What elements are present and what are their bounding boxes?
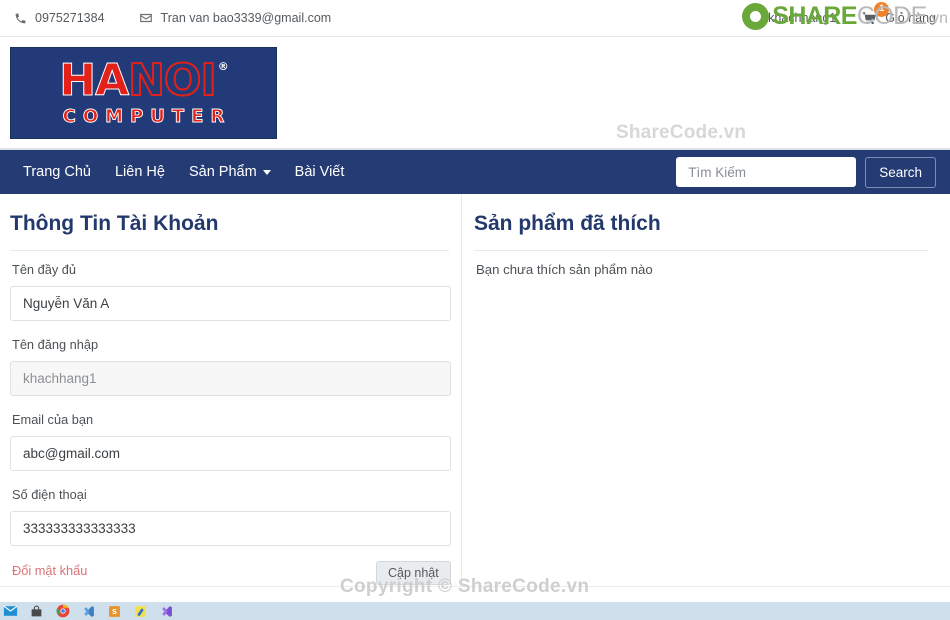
nav-label: Liên Hệ (114, 164, 165, 180)
logo-text-ha: HA (59, 54, 130, 106)
svg-text:S: S (112, 607, 117, 616)
store-icon[interactable] (29, 604, 44, 619)
liked-products-panel: Sản phẩm đã thích Bạn chưa thích sản phẩ… (462, 194, 950, 600)
phone-contact[interactable]: 0975271384 (14, 11, 105, 25)
phone-input[interactable] (10, 511, 451, 546)
update-account-button[interactable]: Cập nhật (376, 561, 451, 585)
account-info-panel: Thông Tin Tài Khoản Tên đầy đủ Tên đăng … (0, 194, 462, 600)
nav-label: Trang Chủ (23, 164, 91, 180)
account-username: khachhang1 (768, 11, 837, 25)
cart-link[interactable]: 1 Giỏ hàng (862, 1, 936, 26)
top-bar-right-group: khachhang1 1 Giỏ hàng (748, 1, 936, 26)
chrome-icon[interactable] (55, 604, 70, 619)
nav-item-trang-chu[interactable]: Trang Chủ (14, 158, 100, 186)
label-email: Email của bạn (12, 412, 94, 427)
phone-number: 0975271384 (35, 11, 105, 25)
nav-label: Bài Viết (294, 164, 345, 180)
logo-text-noi: NOI (127, 54, 218, 106)
username-input (10, 361, 451, 396)
email-input[interactable] (10, 436, 451, 471)
main-content: Thông Tin Tài Khoản Tên đầy đủ Tên đăng … (0, 194, 950, 600)
full-name-input[interactable] (10, 286, 451, 321)
registered-mark-icon: ® (217, 59, 229, 73)
nav-item-san-pham[interactable]: Sản Phẩm (180, 158, 280, 186)
account-link[interactable]: khachhang1 (748, 11, 836, 25)
chevron-down-icon (262, 169, 271, 175)
email-address: Tran van bao3339@gmail.com (160, 11, 332, 25)
search-input[interactable] (676, 157, 857, 187)
vscode-icon[interactable] (81, 604, 96, 619)
footer-strip (0, 586, 950, 602)
envelope-icon (139, 11, 153, 25)
sublime-icon[interactable]: S (107, 604, 122, 619)
top-contact-bar: 0975271384 Tran van bao3339@gmail.com kh… (0, 0, 950, 37)
nav-link-group: Trang Chủ Liên Hệ Sản Phẩm Bài Viết (14, 158, 353, 186)
nav-item-lien-he[interactable]: Liên Hệ (106, 158, 174, 186)
vscode-insiders-icon[interactable] (159, 604, 174, 619)
cart-count-badge: 1 (874, 1, 890, 17)
nav-label: Sản Phẩm (188, 164, 257, 180)
liked-panel-title: Sản phẩm đã thích (474, 212, 928, 251)
email-contact[interactable]: Tran van bao3339@gmail.com (139, 11, 332, 25)
nav-item-bai-viet[interactable]: Bài Viết (286, 158, 354, 186)
main-navbar: Trang Chủ Liên Hệ Sản Phẩm Bài Viết Sear… (0, 150, 950, 194)
mail-icon[interactable] (3, 604, 18, 619)
search-group: Search (676, 156, 936, 188)
windows-taskbar: S (0, 602, 950, 620)
label-username: Tên đăng nhập (12, 337, 99, 352)
user-icon (748, 12, 760, 24)
cart-label: Giỏ hàng (885, 11, 936, 25)
liked-empty-message: Bạn chưa thích sản phẩm nào (476, 262, 653, 277)
site-logo[interactable]: HA NOI ® COMPUTER (10, 46, 277, 139)
change-password-link[interactable]: Đổi mật khẩu (12, 563, 87, 578)
logo-wordmark-top: HA NOI ® (59, 54, 229, 106)
logo-wordmark-bottom: COMPUTER (62, 105, 232, 127)
label-full-name: Tên đầy đủ (12, 262, 77, 277)
site-masthead: HA NOI ® COMPUTER (0, 37, 950, 150)
search-button[interactable]: Search (865, 156, 936, 188)
label-phone: Số điện thoại (12, 487, 87, 502)
account-panel-title: Thông Tin Tài Khoản (10, 212, 449, 251)
editor-icon[interactable] (133, 604, 148, 619)
phone-icon (14, 12, 27, 25)
